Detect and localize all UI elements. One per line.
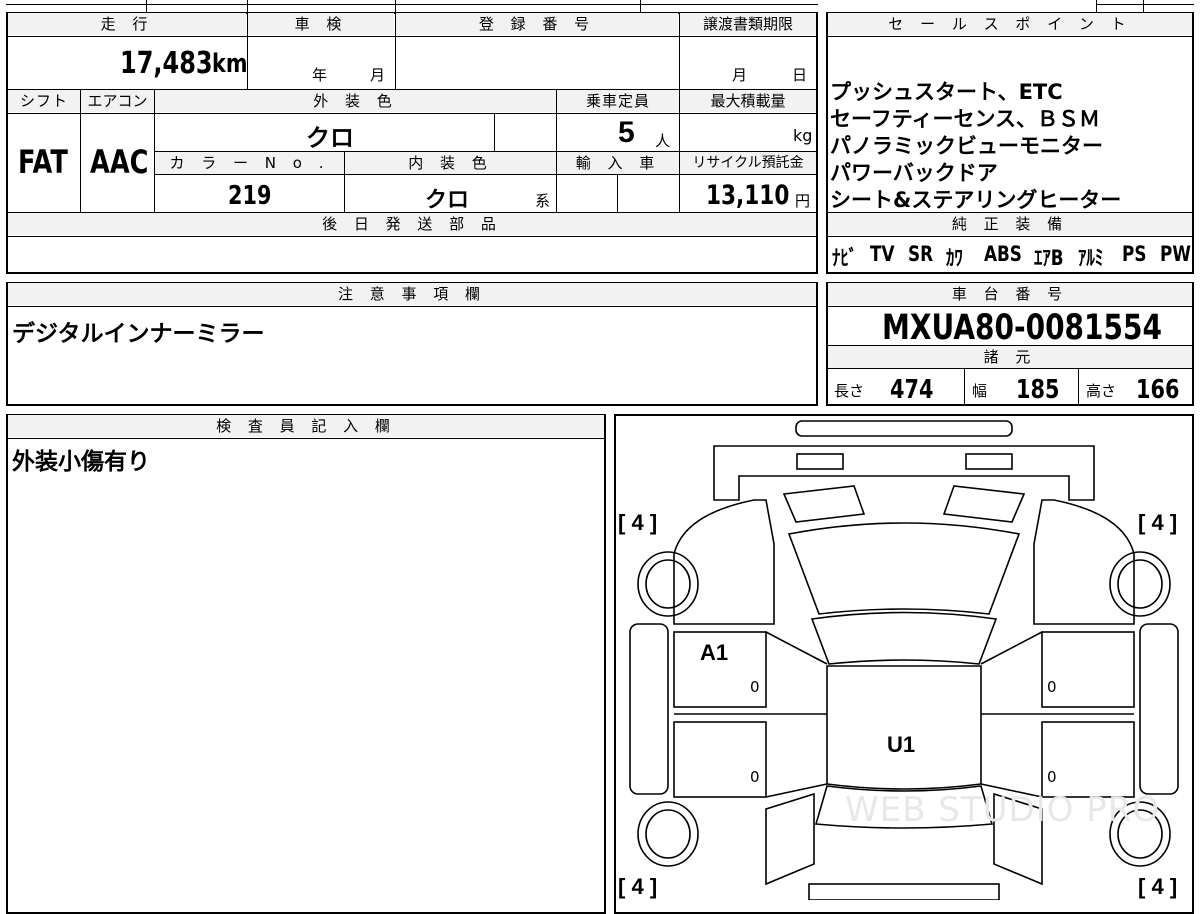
inspection-header: 車 検 bbox=[248, 13, 394, 35]
zero-mark: 0 bbox=[1047, 768, 1057, 786]
equipment-item: ﾅﾋﾞ bbox=[832, 246, 858, 270]
capacity-header: 乗車定員 bbox=[557, 90, 679, 112]
exterior-color-value: クロ bbox=[306, 124, 354, 152]
recycle-unit: 円 bbox=[795, 192, 811, 210]
equipment-item: ｱﾙﾐ bbox=[1078, 246, 1104, 270]
width-label: 幅 bbox=[972, 382, 988, 400]
sales-point-5: シート&ステアリングヒーター bbox=[830, 188, 1122, 212]
watermark: WEB STUDIO PRO bbox=[845, 790, 1161, 830]
transfer-header: 譲渡書類期限 bbox=[680, 13, 816, 35]
interior-color-value: クロ bbox=[425, 188, 470, 213]
mark-left-door: A1 bbox=[700, 640, 729, 665]
zero-mark: 0 bbox=[750, 678, 760, 696]
sales-point-3: パノラミックビューモニター bbox=[830, 134, 1103, 158]
interior-suffix: 系 bbox=[535, 192, 551, 210]
length-value: 474 bbox=[890, 375, 934, 405]
shift-header: シフト bbox=[8, 90, 80, 112]
length-label: 長さ bbox=[834, 382, 865, 400]
mileage-number: 17,483 bbox=[120, 46, 213, 81]
width-value: 185 bbox=[1016, 375, 1060, 405]
equipment-item: PS bbox=[1122, 242, 1147, 266]
equipment-item: ABS bbox=[984, 242, 1022, 266]
inspector-header: 検 査 員 記 入 欄 bbox=[8, 415, 604, 437]
tire-rear-right-label: [ 4 ] bbox=[1138, 874, 1178, 899]
tire-front-left-label: [ 4 ] bbox=[618, 510, 658, 535]
tire-front-right-label: [ 4 ] bbox=[1138, 510, 1178, 535]
equipment-list: ﾅﾋﾞ TV SR ｶﾜ ABS ｴｱB ｱﾙﾐ PS PW bbox=[832, 242, 1191, 272]
tire-rear-left-label: [ 4 ] bbox=[618, 874, 658, 899]
equipment-item: ｶﾜ bbox=[946, 246, 963, 270]
mileage-header: 走 行 bbox=[8, 13, 246, 35]
chassis-no-value: MXUA80-0081554 bbox=[882, 308, 1162, 348]
transfer-day-unit: 日 bbox=[792, 66, 808, 84]
equipment-item: PW bbox=[1160, 242, 1191, 266]
mileage-unit: km bbox=[212, 49, 248, 79]
specs-header: 諸 元 bbox=[828, 346, 1192, 368]
chassis-no-header: 車 台 番 号 bbox=[828, 283, 1192, 305]
sales-point-2: セーフティーセンス、ＢＳＭ bbox=[830, 107, 1101, 131]
height-value: 166 bbox=[1136, 375, 1180, 405]
aircon-value: AAC bbox=[90, 143, 149, 181]
shift-value: FAT bbox=[18, 143, 68, 181]
zero-mark: 0 bbox=[1047, 678, 1057, 696]
max-load-header: 最大積載量 bbox=[680, 90, 816, 112]
registration-header: 登 録 番 号 bbox=[396, 13, 678, 35]
recycle-header: リサイクル預託金 bbox=[680, 152, 816, 174]
sales-points-header: セ ー ル ス ポ イ ン ト bbox=[828, 13, 1192, 35]
sales-point-1: プッシュスタート、ETC bbox=[830, 80, 1063, 104]
interior-color-header: 内 装 色 bbox=[345, 152, 556, 174]
equipment-item: TV bbox=[870, 242, 895, 266]
equipment-item: SR bbox=[908, 242, 934, 266]
inspector-text: 外装小傷有り bbox=[12, 449, 150, 475]
height-label: 高さ bbox=[1086, 382, 1117, 400]
zero-mark: 0 bbox=[750, 768, 760, 786]
color-no-value: 219 bbox=[228, 181, 272, 211]
capacity-unit: 人 bbox=[655, 132, 671, 150]
notes-header: 注 意 事 項 欄 bbox=[8, 283, 816, 305]
max-load-unit: kg bbox=[793, 126, 813, 145]
inspector-panel bbox=[6, 414, 606, 914]
notes-text: デジタルインナーミラー bbox=[12, 321, 265, 347]
equipment-item: ｴｱB bbox=[1034, 246, 1064, 270]
import-header: 輸 入 車 bbox=[557, 152, 679, 174]
capacity-value: 5 bbox=[618, 116, 635, 149]
inspection-year-unit: 年 bbox=[312, 66, 328, 84]
sales-point-4: パワーバックドア bbox=[830, 161, 998, 185]
transfer-month-unit: 月 bbox=[732, 66, 748, 84]
genuine-equipment-header: 純 正 装 備 bbox=[828, 213, 1192, 235]
mark-roof: U1 bbox=[887, 732, 916, 757]
exterior-color-header: 外 装 色 bbox=[155, 90, 556, 112]
inspection-month-unit: 月 bbox=[370, 66, 386, 84]
later-parts-header: 後 日 発 送 部 品 bbox=[8, 213, 816, 235]
color-no-header: カ ラ ー N o . bbox=[155, 152, 344, 174]
aircon-header: エアコン bbox=[81, 90, 154, 112]
